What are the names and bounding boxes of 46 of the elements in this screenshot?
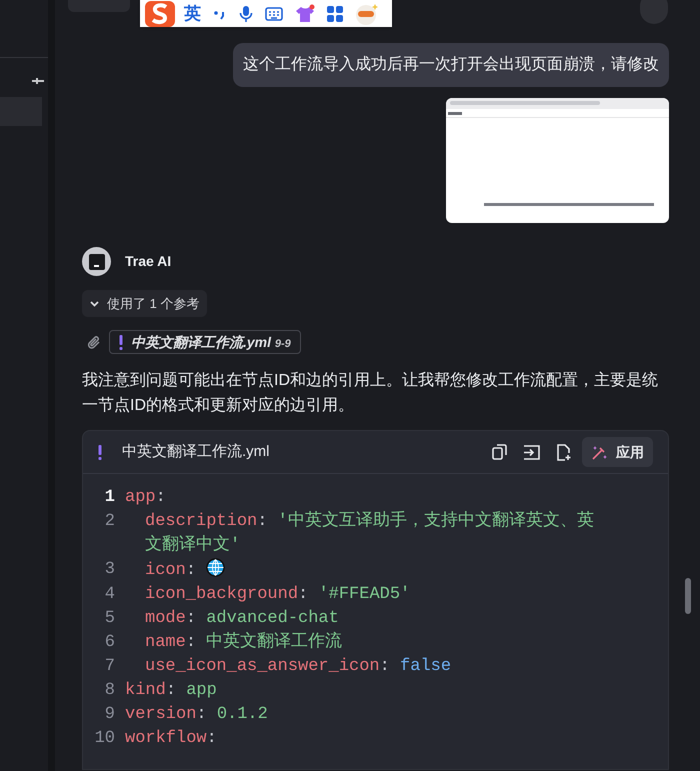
line-number: 8 — [104, 680, 116, 702]
mascot-icon[interactable] — [355, 2, 379, 26]
input-mode-button[interactable]: 英 — [184, 0, 201, 26]
user-message: 这个工作流导入成功后再一次打开会出现页面崩溃，请修改 — [233, 43, 669, 87]
line-number: 1 — [104, 487, 116, 509]
code-filename: 中英文翻译工作流.yml — [122, 442, 270, 462]
microphone-icon[interactable] — [239, 4, 253, 22]
code-line: app: — [125, 487, 167, 509]
code-line: version: 0.1.2 — [125, 704, 269, 726]
new-file-icon[interactable] — [556, 444, 572, 460]
code-line: icon_background: '#FFEAD5' — [144, 584, 412, 606]
code-line: name: 中英文翻译工作流 — [144, 631, 344, 654]
references-toggle[interactable]: 使用了 1 个参考 — [82, 290, 208, 317]
code-line: kind: app — [125, 680, 218, 702]
line-number: 3 — [104, 559, 116, 581]
line-number: 9 — [104, 704, 116, 726]
shirt-icon[interactable] — [295, 4, 315, 24]
globe-icon — [206, 558, 226, 577]
exclamation-icon — [98, 444, 102, 460]
line-number: 2 — [104, 511, 116, 533]
assistant-name: Trae AI — [125, 252, 172, 271]
assistant-message: 我注意到问题可能出在节点ID和边的引用上。让我帮您修改工作流配置，主要是统一节点ID的格式和更新对应的边引用。 — [82, 370, 659, 416]
sogou-logo-icon[interactable] — [144, 0, 176, 26]
code-line: use_icon_as_answer_icon: false — [144, 656, 452, 678]
code-line: workflow: — [125, 728, 218, 750]
keyboard-icon[interactable] — [265, 6, 283, 20]
insert-icon[interactable] — [523, 444, 540, 460]
exclamation-icon — [119, 334, 123, 350]
apply-button[interactable]: 应用 — [582, 437, 653, 467]
line-number: 6 — [104, 632, 116, 654]
paperclip-icon — [87, 334, 101, 350]
scrollbar-thumb[interactable] — [685, 578, 691, 614]
code-line: mode: advanced-chat — [144, 608, 340, 630]
magic-wand-icon — [591, 444, 608, 460]
apps-grid-icon[interactable] — [327, 6, 343, 22]
reference-range: 9-9 — [274, 338, 291, 350]
reference-chip[interactable]: 中英文翻译工作流.yml 9-9 — [109, 330, 301, 354]
reference-filename: 中英文翻译工作流.yml — [131, 334, 272, 350]
code-line: icon: — [125, 558, 610, 583]
code-line: description: '中英文互译助手，支持中文翻译英文、英文翻译中文' — [144, 510, 595, 557]
line-number: 10 — [94, 728, 116, 750]
line-number: 5 — [104, 608, 116, 630]
line-number: 7 — [104, 656, 116, 678]
assistant-avatar — [82, 247, 111, 276]
copy-icon[interactable] — [492, 444, 507, 460]
line-number: 4 — [104, 584, 116, 606]
